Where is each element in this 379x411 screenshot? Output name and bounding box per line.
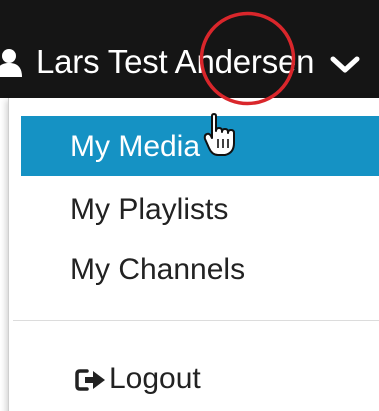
menu-item-my-media[interactable]: My Media — [21, 116, 379, 176]
menu-item-label: My Playlists — [70, 193, 229, 226]
menu-item-my-channels[interactable]: My Channels — [21, 239, 379, 299]
user-dropdown-menu: My Media My Playlists My Channels Logout — [8, 98, 379, 411]
screenshot-frame: Lars Test Andersen My Media My Playlists… — [0, 0, 379, 411]
menu-item-label: My Media — [70, 130, 201, 163]
hand-pointer-icon — [203, 113, 235, 156]
menu-item-my-playlists[interactable]: My Playlists — [21, 179, 379, 239]
user-menu-toggle[interactable]: Lars Test Andersen — [0, 0, 379, 98]
menu-item-label: My Channels — [70, 253, 246, 286]
sign-out-icon — [75, 369, 105, 391]
menu-divider — [13, 320, 379, 321]
logout-button[interactable]: Logout — [21, 348, 379, 408]
chevron-down-icon — [330, 56, 360, 73]
highlight-circle — [199, 11, 296, 106]
user-icon — [0, 49, 22, 77]
logout-label: Logout — [109, 362, 201, 395]
top-navbar: Lars Test Andersen — [0, 0, 379, 98]
